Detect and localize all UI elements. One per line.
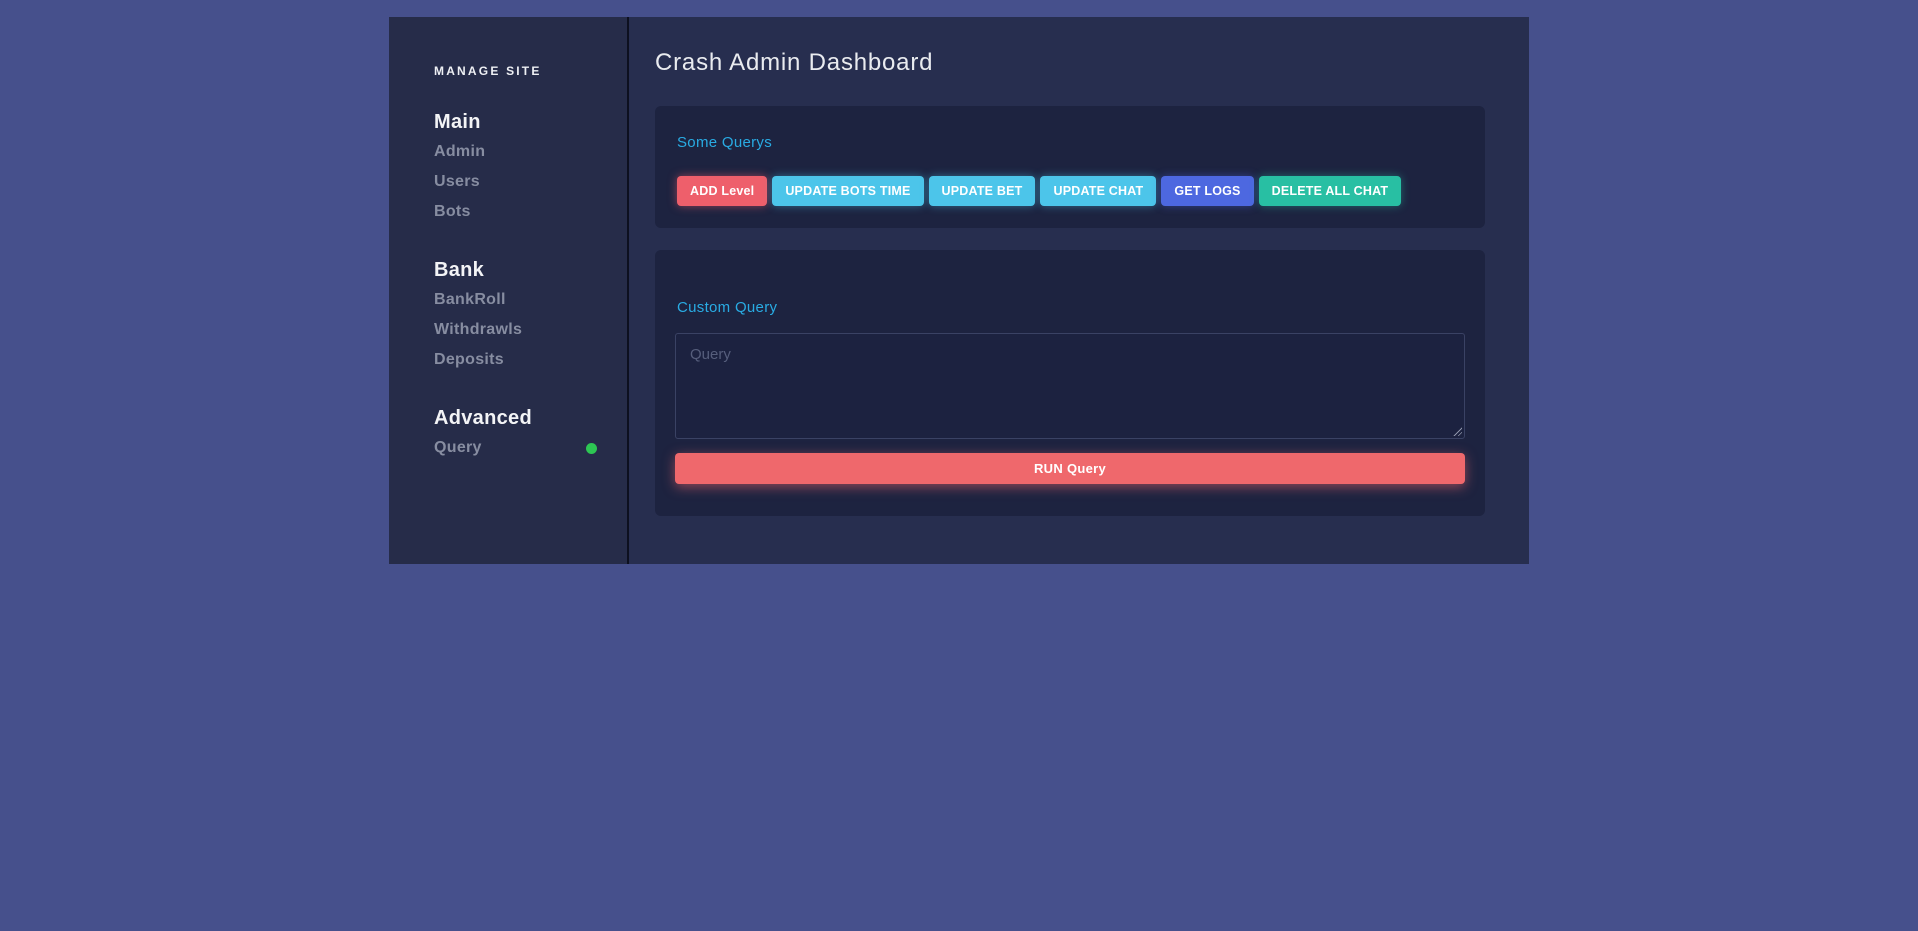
query-buttons-row: ADD Level UPDATE BOTS TIME UPDATE BET UP… <box>677 176 1463 206</box>
update-bots-time-button[interactable]: UPDATE BOTS TIME <box>772 176 923 206</box>
sidebar-section-bank: Bank BankRoll Withdrawls Deposits <box>434 257 597 375</box>
sidebar-item-admin[interactable]: Admin <box>434 137 597 167</box>
sidebar-section-main: Main Admin Users Bots <box>434 109 597 227</box>
sidebar-item-query-label: Query <box>434 433 482 463</box>
update-bet-button[interactable]: UPDATE BET <box>929 176 1036 206</box>
main-content: Crash Admin Dashboard Some Querys ADD Le… <box>629 17 1529 564</box>
query-textarea[interactable] <box>675 333 1465 439</box>
add-level-button[interactable]: ADD Level <box>677 176 767 206</box>
sidebar-heading-advanced: Advanced <box>434 405 597 431</box>
custom-query-card: Custom Query RUN Query <box>655 250 1485 516</box>
status-dot-icon <box>586 443 597 454</box>
run-query-button[interactable]: RUN Query <box>675 453 1465 484</box>
sidebar-item-users[interactable]: Users <box>434 167 597 197</box>
some-querys-card: Some Querys ADD Level UPDATE BOTS TIME U… <box>655 106 1485 228</box>
sidebar-brand: MANAGE SITE <box>434 63 597 79</box>
sidebar-section-advanced: Advanced Query <box>434 405 597 463</box>
sidebar-item-bankroll[interactable]: BankRoll <box>434 285 597 315</box>
custom-query-card-title: Custom Query <box>677 297 1465 319</box>
sidebar-item-withdrawls[interactable]: Withdrawls <box>434 315 597 345</box>
sidebar-item-deposits[interactable]: Deposits <box>434 345 597 375</box>
sidebar: MANAGE SITE Main Admin Users Bots Bank B… <box>389 17 629 564</box>
get-logs-button[interactable]: GET LOGS <box>1161 176 1253 206</box>
delete-all-chat-button[interactable]: DELETE ALL CHAT <box>1259 176 1402 206</box>
some-querys-card-title: Some Querys <box>677 132 1463 154</box>
page-title: Crash Admin Dashboard <box>655 48 1485 78</box>
sidebar-item-bots[interactable]: Bots <box>434 197 597 227</box>
sidebar-item-query[interactable]: Query <box>434 433 597 463</box>
update-chat-button[interactable]: UPDATE CHAT <box>1040 176 1156 206</box>
sidebar-heading-bank: Bank <box>434 257 597 283</box>
sidebar-heading-main: Main <box>434 109 597 135</box>
query-textarea-wrap <box>675 333 1465 439</box>
admin-app-shell: MANAGE SITE Main Admin Users Bots Bank B… <box>389 17 1529 564</box>
